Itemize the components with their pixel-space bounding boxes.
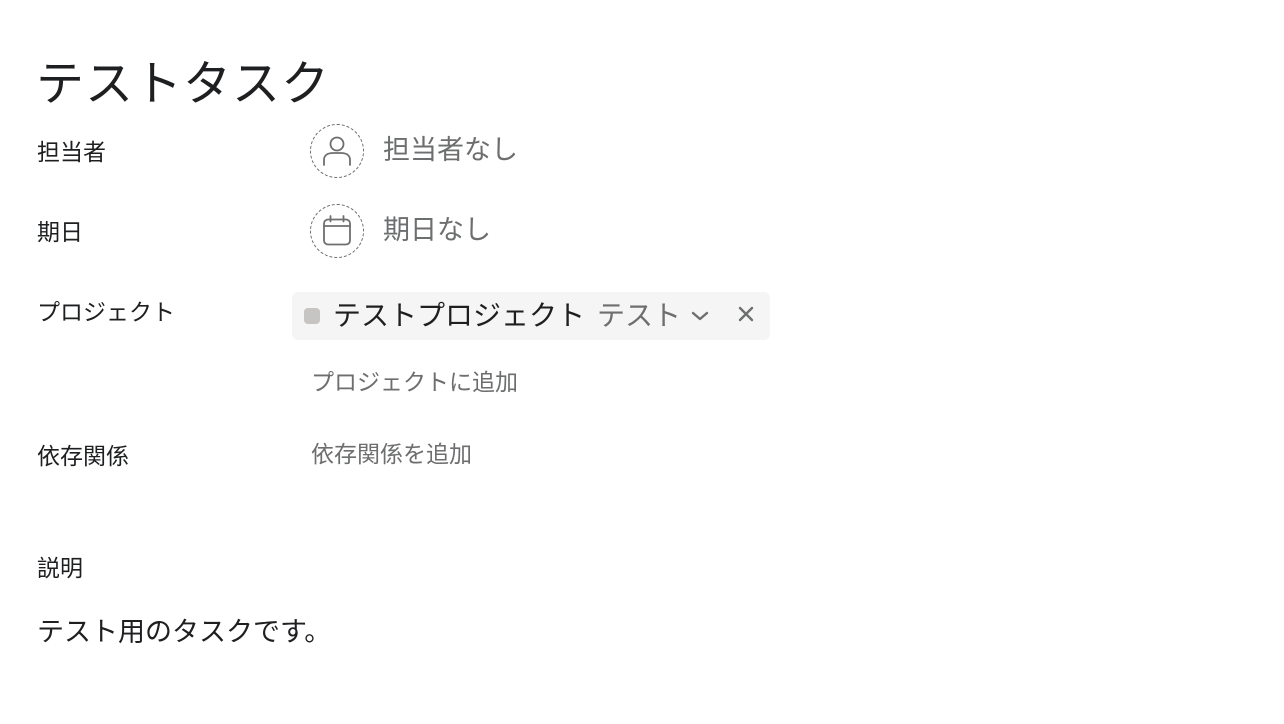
due-date-button[interactable] [310,204,364,258]
chevron-down-icon [691,307,709,326]
dependencies-label: 依存関係 [37,444,129,470]
close-icon [738,306,754,326]
section-dropdown[interactable]: テスト [597,298,709,334]
calendar-icon [322,215,352,247]
add-dependency-button[interactable]: 依存関係を追加 [311,440,472,470]
section-name: テスト [597,299,682,332]
project-color-swatch [304,308,320,324]
add-to-project-button[interactable]: プロジェクトに追加 [311,368,518,398]
assignee-label: 担当者 [37,140,106,166]
description-label: 説明 [37,556,83,582]
due-date-value[interactable]: 期日なし [383,214,491,248]
description-text[interactable]: テスト用のタスクです。 [37,616,331,650]
project-name[interactable]: テストプロジェクト [333,298,585,334]
assignee-value[interactable]: 担当者なし [383,134,518,168]
remove-project-button[interactable] [735,305,757,327]
task-title[interactable]: テストタスク [36,54,330,114]
due-date-label: 期日 [37,220,83,246]
assignee-button[interactable] [310,124,364,178]
user-icon [322,135,352,167]
project-pill[interactable]: テストプロジェクト テスト [292,292,770,340]
projects-label: プロジェクト [37,300,175,326]
